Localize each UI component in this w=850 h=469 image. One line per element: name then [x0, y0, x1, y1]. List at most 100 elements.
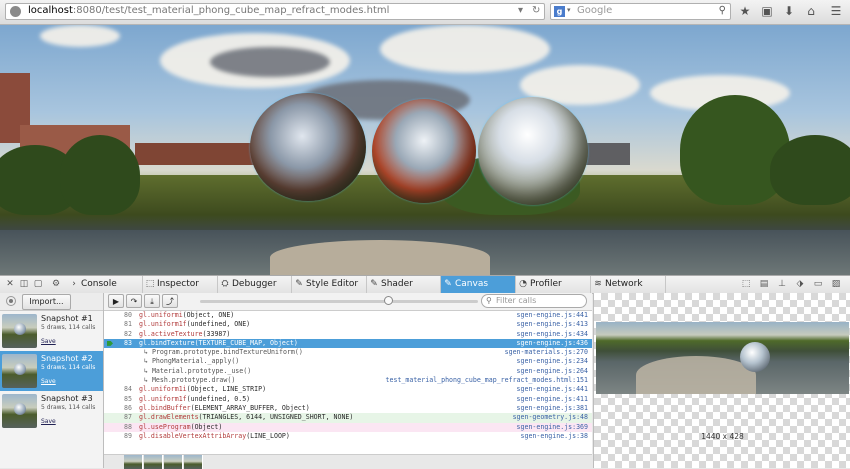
- snapshot-item-selected[interactable]: Snapshot #2 5 draws, 114 calls Save: [0, 351, 103, 391]
- resume-icon[interactable]: ▶: [108, 294, 124, 308]
- url-text[interactable]: localhost:8080/test/test_material_phong_…: [28, 5, 389, 16]
- call-row[interactable]: 85 gl.uniform1f(undefined, 0.5) sgen-engin…: [104, 395, 592, 404]
- draw-thumbnail[interactable]: [184, 455, 203, 469]
- split-console-icon[interactable]: ▤: [758, 278, 770, 290]
- home-icon[interactable]: ⌂: [803, 4, 819, 18]
- sphere: [478, 97, 588, 205]
- style-editor-icon: ✎: [295, 279, 303, 289]
- cloud: [210, 47, 330, 77]
- line-number: 88: [124, 422, 132, 431]
- call-row-selected[interactable]: 83 gl.bindTexture(TEXTURE_CUBE_MAP, Objec…: [104, 338, 592, 349]
- record-snapshot-icon[interactable]: [6, 296, 16, 306]
- tab-shader-editor[interactable]: ✎Shader Editor: [367, 276, 441, 306]
- tab-console[interactable]: › Console: [67, 276, 143, 293]
- step-over-icon[interactable]: ↷: [126, 294, 142, 308]
- google-icon[interactable]: g: [554, 6, 565, 17]
- source-link[interactable]: sgen-geometry.js:48: [513, 413, 588, 422]
- snapshot-save-link[interactable]: Save: [41, 378, 56, 385]
- source-link[interactable]: sgen-engine.js:411: [517, 395, 588, 404]
- call-row[interactable]: 86 gl.bindBuffer(ELEMENT_ARRAY_BUFFER, Ob…: [104, 404, 592, 413]
- source-link[interactable]: sgen-engine.js:369: [517, 423, 588, 432]
- call-row[interactable]: 84 gl.uniform1i(Object, LINE_STRIP) sgen-e…: [104, 385, 592, 394]
- tab-profiler[interactable]: ◔ Profiler: [516, 276, 591, 293]
- import-button[interactable]: Import...: [22, 294, 71, 310]
- scratchpad-icon[interactable]: ⊥: [776, 278, 788, 290]
- snapshots-sidebar: Import... Snapshot #1 5 draws, 114 calls…: [0, 293, 104, 468]
- source-link[interactable]: sgen-engine.js:413: [517, 320, 588, 329]
- url-bar[interactable]: localhost:8080/test/test_material_phong_…: [5, 3, 545, 20]
- call-code: gl.uniform1f(undefined, 0.5): [139, 395, 250, 404]
- call-row[interactable]: 89 gl.disableVertexAttribArray(LINE_LOOP)…: [104, 432, 592, 441]
- call-args: (undefined, 0.5): [186, 394, 251, 403]
- preview-rocks: [636, 356, 756, 394]
- call-function: gl.uniform1i: [139, 385, 187, 394]
- bookmark-star-icon[interactable]: ★: [737, 4, 753, 18]
- search-icon[interactable]: ⚲: [719, 5, 726, 16]
- stack-frame-row[interactable]: ↳ Program.prototype.bindTextureUniform()…: [104, 348, 592, 357]
- snapshot-item[interactable]: Snapshot #1 5 draws, 114 calls Save: [0, 311, 103, 351]
- search-bar[interactable]: g ▾ Google ⚲: [550, 3, 731, 20]
- responsive-design-icon[interactable]: ▭: [812, 278, 824, 290]
- tab-inspector[interactable]: ⬚ Inspector: [143, 276, 218, 293]
- webgl-canvas[interactable]: [0, 25, 850, 275]
- tab-network[interactable]: ≋ Network: [591, 276, 666, 293]
- reload-icon[interactable]: ↻: [532, 5, 540, 16]
- inspector-icon: ⬚: [145, 279, 155, 289]
- source-link[interactable]: sgen-engine.js:264: [517, 367, 588, 376]
- building: [135, 143, 255, 165]
- source-link[interactable]: sgen-materials.js:270: [505, 348, 588, 357]
- draw-thumbnail[interactable]: [164, 455, 183, 469]
- 3d-view-icon[interactable]: ⬗: [794, 278, 806, 290]
- call-code: gl.drawElements(TRIANGLES, 6144, UNSIGNE…: [139, 413, 353, 422]
- step-in-icon[interactable]: ⤓: [144, 294, 160, 308]
- snapshot-thumbnail: [2, 394, 37, 428]
- stack-frame-row[interactable]: ↳ Mesh.prototype.draw() test_material_pho…: [104, 376, 592, 385]
- program-call-row[interactable]: 88 gl.useProgram(Object) sgen-engine.js:36…: [104, 422, 592, 432]
- snapshot-save-link[interactable]: Save: [41, 418, 56, 425]
- pick-element-icon[interactable]: ⬚: [740, 278, 752, 290]
- close-toolbox-icon[interactable]: ✕: [4, 276, 16, 293]
- tab-style-editor[interactable]: ✎ Style Editor: [292, 276, 367, 293]
- snapshot-item[interactable]: Snapshot #3 5 draws, 114 calls Save: [0, 391, 103, 431]
- line-number: 89: [124, 431, 132, 440]
- source-link[interactable]: sgen-engine.js:434: [517, 330, 588, 339]
- download-icon[interactable]: ⬇: [781, 4, 797, 18]
- settings-gear-icon[interactable]: ⚙: [50, 276, 62, 293]
- tab-canvas[interactable]: ✎ Canvas: [441, 276, 516, 293]
- source-link[interactable]: sgen-engine.js:441: [517, 311, 588, 320]
- call-row[interactable]: 81 gl.uniform1f(undefined, ONE) sgen-engin…: [104, 320, 592, 329]
- line-number: 83: [124, 338, 132, 347]
- stack-frame: ↳ Mesh.prototype.draw(): [144, 376, 236, 385]
- source-link[interactable]: sgen-engine.js:234: [517, 357, 588, 366]
- dock-side-icon[interactable]: ◫: [18, 276, 30, 293]
- call-row[interactable]: 80 gl.uniformi(Object, ONE) sgen-engine.js…: [104, 311, 592, 320]
- tab-debugger[interactable]: ⛭ Debugger: [218, 276, 292, 293]
- source-link[interactable]: sgen-engine.js:38: [521, 432, 589, 441]
- source-link[interactable]: sgen-engine.js:436: [517, 339, 588, 348]
- stack-frame: ↳ Program.prototype.bindTextureUniform(): [144, 348, 303, 357]
- stack-frame: ↳ PhongMaterial._apply(): [144, 357, 240, 366]
- dropdown-arrow-icon[interactable]: ▾: [518, 5, 523, 16]
- draw-thumbnail[interactable]: [144, 455, 163, 469]
- slider-knob[interactable]: [384, 296, 393, 305]
- engine-dropdown-icon[interactable]: ▾: [567, 6, 571, 14]
- draw-call-row[interactable]: 87 gl.drawElements(TRIANGLES, 6144, UNSIG…: [104, 413, 592, 423]
- stack-frame-row[interactable]: ↳ PhongMaterial._apply() sgen-engine.js:2…: [104, 357, 592, 366]
- snapshot-save-link[interactable]: Save: [41, 338, 56, 345]
- paint-flashing-icon[interactable]: ▨: [830, 278, 842, 290]
- step-out-icon[interactable]: ⤴: [162, 294, 178, 308]
- source-link[interactable]: sgen-engine.js:381: [517, 404, 588, 413]
- source-link[interactable]: test_material_phong_cube_map_refract_mod…: [386, 376, 588, 385]
- source-link[interactable]: sgen-engine.js:441: [517, 385, 588, 394]
- call-args: (Object): [190, 422, 223, 431]
- dock-window-icon[interactable]: ▢: [32, 276, 44, 293]
- call-slider[interactable]: [200, 296, 478, 305]
- call-row[interactable]: 82 gl.activeTexture(33987) sgen-engine.js:…: [104, 330, 592, 339]
- filter-calls-input[interactable]: ⚲ Filter calls: [481, 294, 587, 308]
- reading-list-icon[interactable]: ▣: [759, 4, 775, 18]
- menu-icon[interactable]: ☰: [828, 4, 844, 18]
- preview-dimensions: 1440 x 428: [701, 432, 744, 441]
- draw-thumbnail[interactable]: [124, 455, 143, 469]
- stack-frame-row[interactable]: ↳ Material.prototype._use() sgen-engine.j…: [104, 367, 592, 376]
- call-code: gl.disableVertexAttribArray(LINE_LOOP): [139, 432, 290, 441]
